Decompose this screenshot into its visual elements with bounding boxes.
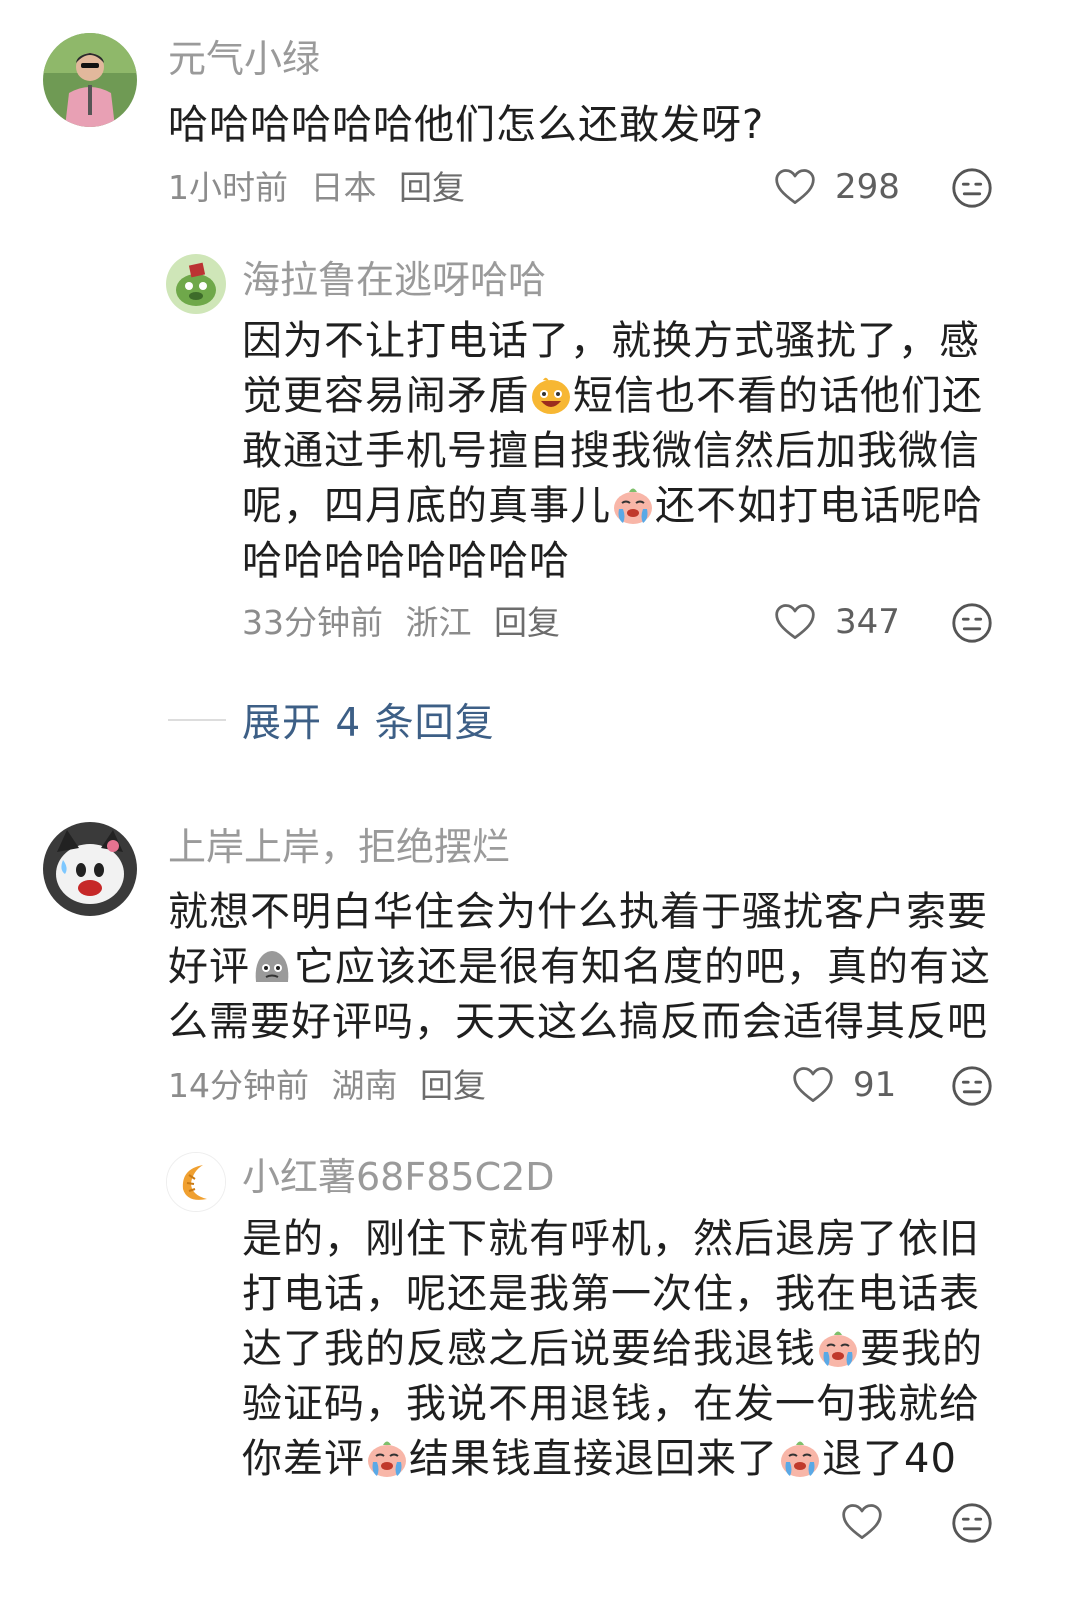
timestamp: 1小时前 (168, 168, 288, 207)
crying-face-emoji (816, 1326, 860, 1370)
comment-line: 验证码，我说不用退钱，在发一句我就给 (242, 1381, 980, 1427)
comment-line: 好评 (168, 944, 250, 990)
like-button[interactable] (840, 1500, 884, 1544)
comment-meta: 33分钟前 浙江 回复 (242, 606, 560, 639)
reply-button[interactable]: 回复 (494, 603, 560, 642)
comment-line: 么需要好评吗，天天这么搞反而会适得其反吧 (168, 999, 988, 1045)
neutral-face-icon (949, 165, 995, 211)
avatar[interactable] (43, 822, 137, 916)
comment-line: 打电话，呢还是我第一次住，我在电话表 (242, 1271, 980, 1317)
dislike-button[interactable] (949, 600, 995, 650)
comment-line: 退了40 (822, 1436, 957, 1482)
comment-line: 你差评 (242, 1436, 365, 1482)
location: 浙江 (405, 603, 472, 642)
expand-replies-label: 展开 4 条回复 (242, 701, 495, 746)
comment-line: 还不如打电话呢哈 (655, 483, 983, 529)
reply-button[interactable]: 回复 (399, 168, 465, 207)
neutral-face-icon (949, 600, 995, 646)
heart-outline-icon (840, 1500, 884, 1544)
comment-line: 敢通过手机号擅自搜我微信然后加我微信 (242, 428, 980, 474)
like-button[interactable]: 91 (791, 1063, 896, 1107)
username[interactable]: 元气小绿 (168, 40, 320, 78)
comment-line: 它应该还是很有知名度的吧，真的有这 (294, 944, 991, 990)
like-count: 298 (835, 167, 900, 207)
comment-text: 就想不明白华住会为什么执着于骚扰客户索要 好评 它应该还是很有知名度的吧，真的有这… (168, 885, 991, 1050)
heart-outline-icon (791, 1063, 835, 1107)
comment-line: 因为不让打电话了，就换方式骚扰了，感 (242, 318, 980, 364)
comment-line: 结果钱直接退回来了 (409, 1436, 778, 1482)
dislike-button[interactable] (949, 165, 995, 215)
avatar[interactable] (166, 1152, 226, 1212)
avatar[interactable] (43, 33, 137, 127)
avatar[interactable] (166, 254, 226, 314)
comment-meta: 14分钟前 湖南 回复 (168, 1069, 486, 1102)
neutral-face-icon (949, 1500, 995, 1546)
like-count: 347 (835, 602, 900, 642)
timestamp: 33分钟前 (242, 603, 383, 642)
timestamp: 14分钟前 (168, 1066, 309, 1105)
grinning-face-emoji (529, 373, 573, 417)
dislike-button[interactable] (949, 1063, 995, 1113)
reply-button[interactable]: 回复 (420, 1066, 486, 1105)
heart-outline-icon (773, 165, 817, 209)
location: 日本 (310, 168, 377, 207)
neutral-face-icon (949, 1063, 995, 1109)
expand-replies-button[interactable]: 展开 4 条回复 (168, 692, 495, 748)
comment-line: 哈哈哈哈哈哈哈哈 (242, 538, 570, 584)
comment-line: 是的，刚住下就有呼机，然后退房了依旧 (242, 1216, 980, 1262)
comment-line: 要我的 (860, 1326, 983, 1372)
dislike-button[interactable] (949, 1500, 995, 1550)
divider (168, 719, 226, 721)
comment-text: 哈哈哈哈哈哈他们怎么还敢发呀? (168, 98, 764, 153)
comment-line: 觉更容易闹矛盾 (242, 373, 529, 419)
location: 湖南 (331, 1066, 398, 1105)
crying-face-emoji (365, 1436, 409, 1480)
crying-face-emoji (778, 1436, 822, 1480)
like-button[interactable]: 347 (773, 600, 900, 644)
crying-face-emoji (611, 483, 655, 527)
comment-line: 就想不明白华住会为什么执着于骚扰客户索要 (168, 889, 988, 935)
comment-meta: 1小时前 日本 回复 (168, 171, 465, 204)
comment-line: 哈哈哈哈哈哈他们怎么还敢发呀? (168, 102, 765, 148)
username[interactable]: 上岸上岸，拒绝摆烂 (168, 828, 510, 866)
username[interactable]: 海拉鲁在逃呀哈哈 (242, 261, 546, 299)
comment-line: 呢，四月底的真事儿 (242, 483, 611, 529)
heart-outline-icon (773, 600, 817, 644)
comment-text: 是的，刚住下就有呼机，然后退房了依旧 打电话，呢还是我第一次住，我在电话表 达了… (242, 1212, 983, 1487)
like-count: 91 (853, 1065, 897, 1105)
like-button[interactable]: 298 (773, 165, 900, 209)
grey-blob-emoji (250, 944, 294, 988)
comment-text: 因为不让打电话了，就换方式骚扰了，感 觉更容易闹矛盾 短信也不看的话他们还 敢通过… (242, 314, 983, 589)
username[interactable]: 小红薯68F85C2D (242, 1158, 555, 1196)
comment-line: 达了我的反感之后说要给我退钱 (242, 1326, 816, 1372)
comment-line: 短信也不看的话他们还 (573, 373, 983, 419)
